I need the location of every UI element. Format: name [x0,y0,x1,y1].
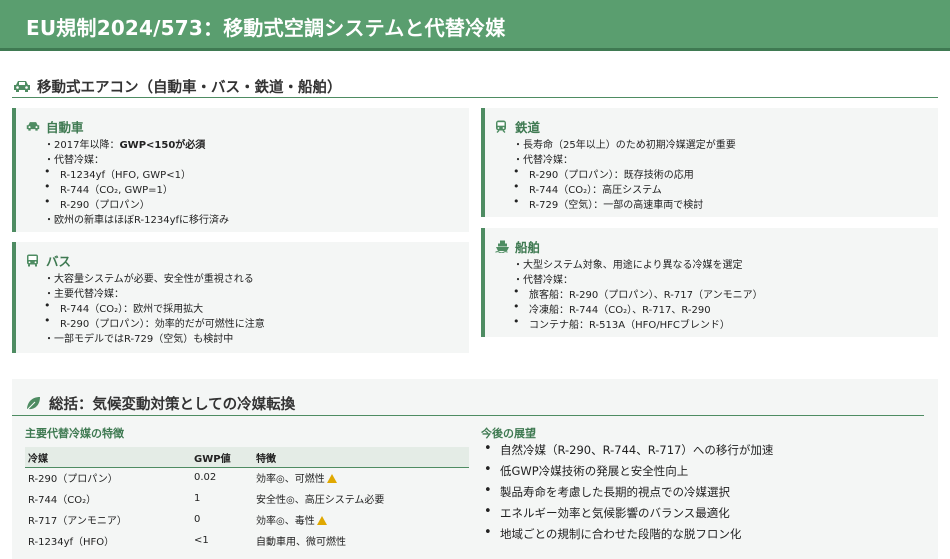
outlook-item: 自然冷媒（R-290、R-744、R-717）への移行が加速 [484,441,773,458]
card-bus-line: ・主要代替冷媒： [44,289,124,300]
card-bus-line: R-744（CO₂）：欧州で採用拡大 [44,299,203,315]
card-car-title: 自動車 [26,117,84,136]
summary-panel: 総括：気候変動対策としての冷媒転換 主要代替冷媒の特徴 冷媒 GWP値 特徴 R… [12,379,938,559]
warning-icon [316,516,327,525]
table-cell: R-717（アンモニア） [28,516,127,527]
table-title: 主要代替冷媒の特徴 [25,427,124,440]
table-row: R-1234yf（HFO） <1 自動車用、微可燃性 [25,530,469,551]
card-car-line: R-290（プロパン） [44,195,150,211]
outlook-item: エネルギー効率と気候影響のバランス最適化 [484,504,730,521]
card-ship-line: 冷凍船：R-744（CO₂）、R-717、R-290 [513,300,711,316]
card-bus-line: R-290（プロパン）：効率的だが可燃性に注意 [44,314,265,330]
table-cell: R-744（CO₂） [28,495,97,506]
outlook-item: 製品寿命を考慮した長期的視点での冷媒選択 [484,483,730,500]
card-ship: 船舶 ・大型システム対象、用途により異なる冷媒を選定 ・代替冷媒： 旅客船：R-… [481,228,938,337]
table-cell: 効率◎、可燃性 [253,467,469,488]
card-ship-line: コンテナ船：R-513A（HFO/HFCブレンド） [513,315,730,331]
bus-icon [26,254,40,267]
card-car: 自動車 ・2017年以降：GWP<150が必須 ・代替冷媒： R-1234yf（… [12,108,469,232]
card-rail-line: R-290（プロパン）：既存技術の応用 [513,165,694,181]
card-bus-line: ・一部モデルではR-729（空気）も検討中 [44,334,234,345]
card-bus: バス ・大容量システムが必要、安全性が重視される ・主要代替冷媒： R-744（… [12,242,469,353]
table-row: R-290（プロパン） 0.02 効率◎、可燃性 [25,467,469,488]
summary-divider [12,415,924,416]
table-header-rule [25,467,469,468]
card-rail-line: ・代替冷媒： [513,155,573,166]
card-ship-line: 旅客船：R-290（プロパン）、R-717（アンモニア） [513,285,763,301]
card-bus-line: ・大容量システムが必要、安全性が重視される [44,274,254,285]
warning-icon [326,474,337,483]
page-title: EU規制2024/573：移動式空調システムと代替冷媒 [26,16,506,40]
summary-title: 総括：気候変動対策としての冷媒転換 [25,393,295,414]
table-row: R-744（CO₂） 1 安全性◎、高圧システム必要 [25,488,469,509]
refrigerant-table: 冷媒 GWP値 特徴 R-290（プロパン） 0.02 効率◎、可燃性 R-74… [25,447,469,551]
table-cell: 1 [194,493,201,504]
card-bus-title: バス [26,251,71,270]
table-cell: R-1234yf（HFO） [28,537,115,548]
table-row: R-717（アンモニア） 0 効率◎、毒性 [25,509,469,530]
table-cell: 効率◎、毒性 [253,509,469,530]
table-cell: R-290（プロパン） [28,474,118,485]
car-icon [26,120,40,133]
table-cell: 0.02 [194,472,217,483]
card-ship-line: ・大型システム対象、用途により異なる冷媒を選定 [513,260,743,271]
card-rail-line: R-729（空気）：一部の高速車両で検討 [513,195,703,211]
card-rail-line: ・長寿命（25年以上）のため初期冷媒選定が重要 [513,140,736,151]
outlook-title: 今後の展望 [481,427,536,440]
card-rail: 鉄道 ・長寿命（25年以上）のため初期冷媒選定が重要 ・代替冷媒： R-290（… [481,108,938,217]
table-cell: <1 [194,535,209,546]
table-cell: 安全性◎、高圧システム必要 [256,495,385,506]
column-header: 冷媒 [25,447,191,467]
column-header: 特徴 [253,447,469,467]
card-ship-line: ・代替冷媒： [513,275,573,286]
table-header-row: 冷媒 GWP値 特徴 [25,447,469,467]
car-icon [13,79,31,95]
ship-icon [495,240,509,254]
outlook-item: 地域ごとの規制に合わせた段階的な脱フロン化 [484,525,741,542]
card-car-line: ・欧州の新車はほぼR-1234yfに移行済み [44,215,230,226]
card-car-line: ・代替冷媒： [44,155,104,166]
train-icon [495,120,509,133]
leaf-icon [25,396,43,412]
table-cell: 0 [194,514,201,525]
table-cell: 自動車用、微可燃性 [256,537,346,548]
card-car-line: R-744（CO₂, GWP=1） [44,180,173,196]
card-ship-title: 船舶 [495,237,540,256]
outlook-item: 低GWP冷媒技術の発展と安全性向上 [484,462,688,479]
card-rail-line: R-744（CO₂）：高圧システム [513,180,662,196]
section-divider [12,97,938,98]
page-header: EU規制2024/573：移動式空調システムと代替冷媒 [0,0,950,51]
card-car-line: ・2017年以降：GWP<150が必須 [44,140,206,151]
column-header: GWP値 [191,447,253,467]
mobile-ac-section-title: 移動式エアコン（自動車・バス・鉄道・船舶） [13,76,342,97]
card-car-line: R-1234yf（HFO, GWP<1） [44,165,191,181]
card-rail-title: 鉄道 [495,117,540,136]
